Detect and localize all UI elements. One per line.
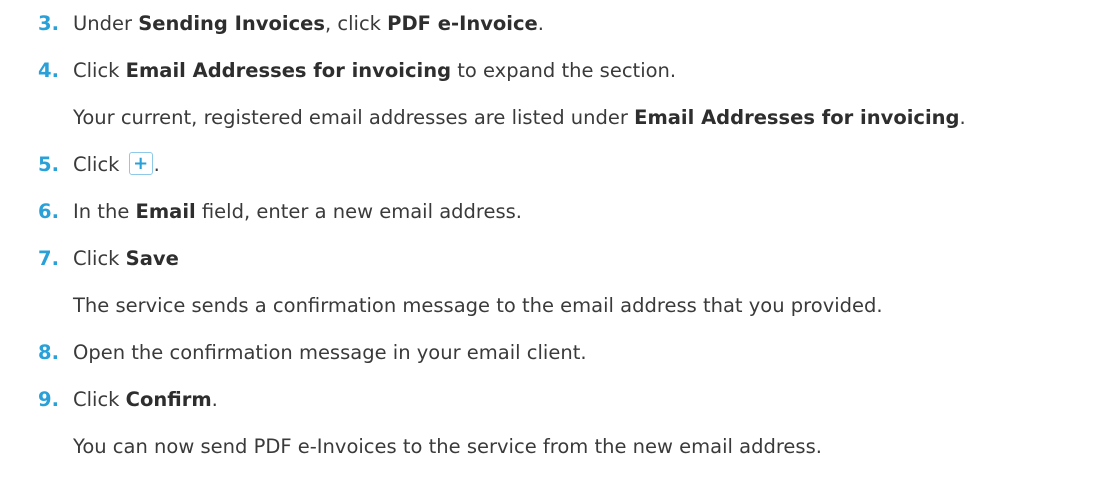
ui-term-email: Email [135, 200, 196, 223]
ui-term-confirm: Confirm [125, 388, 212, 411]
note-text: You can now send PDF e-Invoices to the s… [73, 435, 822, 458]
step-text: Click [73, 388, 126, 411]
step-number: 4. [38, 59, 59, 82]
step-text: Click [73, 153, 126, 176]
instruction-steps: 3. Under Sending Invoices, click PDF e-I… [0, 0, 1117, 471]
step-7: 7. Click Save [38, 243, 1117, 290]
step-7-note: The service sends a confirmation message… [38, 290, 1117, 337]
step-text: Open the confirmation message in your em… [73, 341, 587, 364]
step-6: 6. In the Email field, enter a new email… [38, 196, 1117, 243]
step-9: 9. Click Confirm. [38, 384, 1117, 431]
note-text: . [959, 106, 966, 129]
note-text: Your current, registered email addresses… [73, 106, 635, 129]
add-email-button[interactable]: + [128, 152, 153, 175]
step-text: . [537, 12, 544, 35]
step-text: . [153, 153, 160, 176]
ui-term-email-addresses: Email Addresses for invoicing [634, 106, 960, 129]
note-text: The service sends a confirmation message… [73, 294, 883, 317]
step-text: Under [73, 12, 139, 35]
step-text: Click [73, 247, 126, 270]
step-number: 3. [38, 12, 59, 35]
step-number: 5. [38, 153, 59, 176]
step-text: In the [73, 200, 136, 223]
step-4: 4. Click Email Addresses for invoicing t… [38, 55, 1117, 102]
ui-term-save: Save [125, 247, 179, 270]
step-number: 8. [38, 341, 59, 364]
step-4-note: Your current, registered email addresses… [38, 102, 1117, 149]
step-8: 8. Open the confirmation message in your… [38, 337, 1117, 384]
step-text: . [211, 388, 218, 411]
step-text: Click [73, 59, 126, 82]
ui-term-email-addresses: Email Addresses for invoicing [125, 59, 452, 82]
ui-term-pdf-e-invoice: PDF e-Invoice [387, 12, 538, 35]
plus-icon: + [133, 153, 149, 174]
step-5: 5. Click +. [38, 149, 1117, 196]
step-number: 9. [38, 388, 59, 411]
step-text: to expand the section. [451, 59, 677, 82]
step-3: 3. Under Sending Invoices, click PDF e-I… [38, 8, 1117, 55]
step-text: , click [324, 12, 388, 35]
step-number: 7. [38, 247, 59, 270]
step-text: field, enter a new email address. [195, 200, 523, 223]
step-number: 6. [38, 200, 59, 223]
ui-term-sending-invoices: Sending Invoices [138, 12, 325, 35]
